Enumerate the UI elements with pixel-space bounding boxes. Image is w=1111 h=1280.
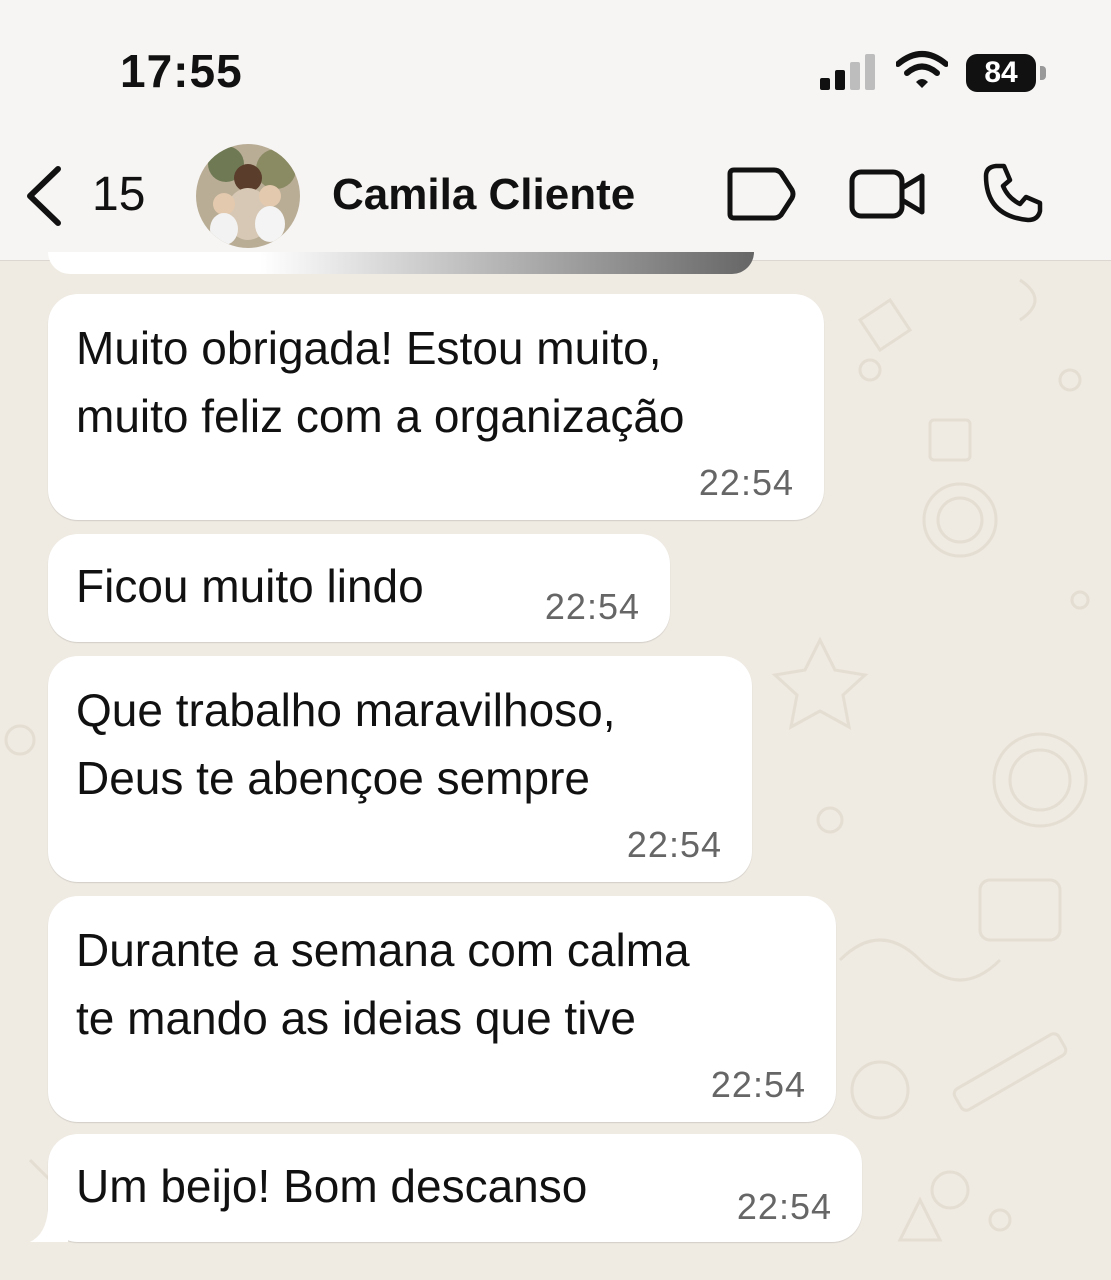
signal-icon <box>820 54 875 90</box>
message-time: 22:54 <box>698 462 794 503</box>
message-text: Um beijo! Bom descanso <box>76 1160 588 1212</box>
message-bubble[interactable]: Um beijo! Bom descanso 22:54 <box>48 1134 862 1242</box>
message-bubble[interactable]: Ficou muito lindo 22:54 <box>48 534 670 642</box>
back-button[interactable]: 15 <box>22 165 172 226</box>
status-time: 17:55 <box>120 45 243 97</box>
label-tag-icon[interactable] <box>724 166 796 222</box>
message-text: Ficou muito lindo <box>76 560 424 612</box>
message-bubble[interactable]: Que trabalho maravilhoso, Deus te abenço… <box>48 656 752 882</box>
bubble-tail <box>30 1210 68 1242</box>
message-bubble[interactable]: Durante a semana com calma te mando as i… <box>48 896 836 1122</box>
video-call-icon[interactable] <box>848 166 926 222</box>
previous-message-edge <box>48 252 754 274</box>
status-bar: 17:55 84 <box>0 0 1111 130</box>
message-text: Durante a semana com calma te mando as i… <box>76 924 690 1044</box>
battery-icon: 84 <box>966 54 1046 92</box>
message-bubble[interactable]: Muito obrigada! Estou muito, muito feliz… <box>48 294 824 520</box>
chat-header: 15 Camila Cliente <box>0 130 1111 260</box>
battery-level: 84 <box>966 54 1036 92</box>
unread-count: 15 <box>92 168 146 221</box>
back-chevron-icon <box>27 166 61 226</box>
message-text: Muito obrigada! Estou muito, muito feliz… <box>76 322 685 442</box>
avatar[interactable] <box>196 144 300 248</box>
phone-icon[interactable] <box>982 162 1044 224</box>
wifi-icon <box>896 51 948 88</box>
message-text: Que trabalho maravilhoso, Deus te abenço… <box>76 684 616 804</box>
contact-name[interactable]: Camila Cliente <box>332 170 635 220</box>
message-time: 22:54 <box>736 1186 832 1227</box>
message-time: 22:54 <box>544 586 640 627</box>
message-time: 22:54 <box>626 824 722 865</box>
message-time: 22:54 <box>710 1064 806 1105</box>
